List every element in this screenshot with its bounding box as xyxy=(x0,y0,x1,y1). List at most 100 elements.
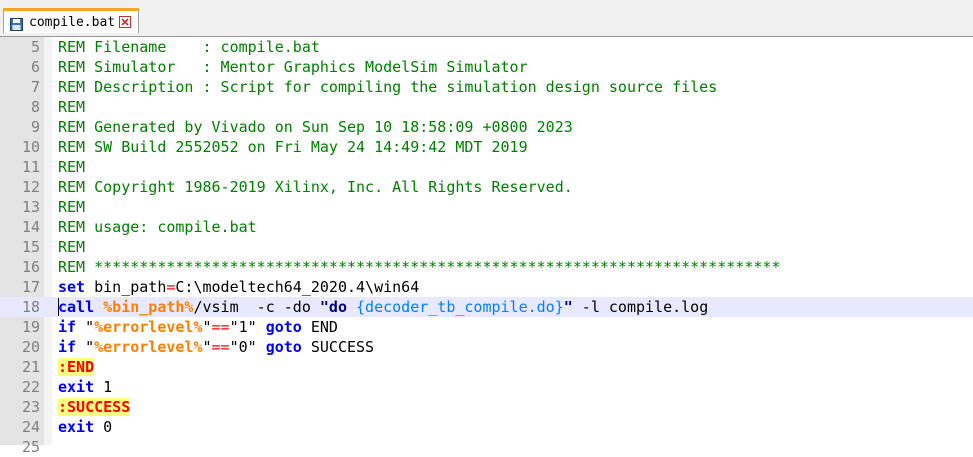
code-line[interactable]: 17 set bin_path=C:\modeltech64_2020.4\win… xyxy=(0,277,973,297)
code-token: " xyxy=(76,338,95,356)
code-token: %bin_path% xyxy=(103,298,194,316)
code-text[interactable]: REM xyxy=(58,237,85,257)
code-text[interactable]: REM SW Build 2552052 on Fri May 24 14:49… xyxy=(58,137,528,157)
close-icon[interactable] xyxy=(119,16,132,28)
code-token: == xyxy=(211,318,230,336)
code-line[interactable]: 15 REM xyxy=(0,237,973,257)
code-text[interactable]: if "%errorlevel%"=="1" goto END xyxy=(58,317,338,337)
code-line[interactable]: 6 REM Simulator : Mentor Graphics ModelSi… xyxy=(0,57,973,77)
code-line[interactable]: 21 :END xyxy=(0,357,973,377)
line-number: 17 xyxy=(21,278,40,296)
code-line[interactable]: 11 REM xyxy=(0,157,973,177)
line-number: 20 xyxy=(21,338,40,356)
line-number: 19 xyxy=(21,318,40,336)
code-line[interactable]: 19 if "%errorlevel%"=="1" goto END xyxy=(0,317,973,337)
code-token: REM usage: compile.bat xyxy=(58,218,257,236)
code-text[interactable]: REM ************************************… xyxy=(58,257,780,277)
code-token: == xyxy=(211,338,230,356)
code-token: REM xyxy=(58,238,86,256)
line-number: 11 xyxy=(21,158,40,176)
tab-label: compile.bat xyxy=(29,14,116,30)
line-number: 15 xyxy=(21,238,40,256)
line-number: 13 xyxy=(21,198,40,216)
code-token: /vsim -c -do xyxy=(193,298,320,316)
code-token: 1 xyxy=(94,378,113,396)
line-number: 24 xyxy=(21,418,40,436)
code-line[interactable]: 12 REM Copyright 1986-2019 Xilinx, Inc. A… xyxy=(0,177,973,197)
code-token: %errorlevel% xyxy=(94,338,203,356)
code-text[interactable]: exit 1 xyxy=(58,377,112,397)
tab-compile-bat[interactable]: compile.bat xyxy=(3,8,139,33)
code-line[interactable]: 23 :SUCCESS xyxy=(0,397,973,417)
line-number: 14 xyxy=(21,218,40,236)
floppy-disk-icon xyxy=(10,16,23,31)
code-text[interactable]: if "%errorlevel%"=="0" goto SUCCESS xyxy=(58,337,374,357)
code-text[interactable]: REM Copyright 1986-2019 Xilinx, Inc. All… xyxy=(58,177,573,197)
code-token: REM xyxy=(58,198,86,216)
code-token: END xyxy=(301,318,338,336)
line-number: 18 xyxy=(21,298,40,316)
line-number: 25 xyxy=(21,438,40,456)
code-token: 0 xyxy=(94,418,113,436)
code-token: " xyxy=(202,318,212,336)
code-text[interactable]: REM usage: compile.bat xyxy=(58,217,257,237)
code-token: C:\modeltech64_2020.4\win64 xyxy=(175,278,420,296)
code-token: REM xyxy=(58,158,86,176)
line-number: 12 xyxy=(21,178,40,196)
code-token: goto xyxy=(265,338,302,356)
code-line[interactable]: 10 REM SW Build 2552052 on Fri May 24 14:… xyxy=(0,137,973,157)
line-number: 23 xyxy=(21,398,40,416)
code-token: -l compile.log xyxy=(572,298,709,316)
line-number: 8 xyxy=(30,98,40,116)
code-text[interactable]: REM Description : Script for compiling t… xyxy=(58,77,717,97)
code-text[interactable]: REM xyxy=(58,197,85,217)
code-text[interactable]: REM Generated by Vivado on Sun Sep 10 18… xyxy=(58,117,573,137)
code-text[interactable]: :END xyxy=(58,357,95,377)
code-line[interactable]: 8 REM xyxy=(0,97,973,117)
line-number: 9 xyxy=(30,118,40,136)
line-number: 22 xyxy=(21,378,40,396)
code-token: SUCCESS xyxy=(301,338,375,356)
code-line[interactable]: 24 exit 0 xyxy=(0,417,973,437)
code-line[interactable]: 14 REM usage: compile.bat xyxy=(0,217,973,237)
code-line[interactable]: 16 REM **********************************… xyxy=(0,257,973,277)
code-line[interactable]: 18 call %bin_path%/vsim -c -do "do {decod… xyxy=(0,297,973,317)
code-token: "1" xyxy=(229,318,266,336)
code-token: %errorlevel% xyxy=(94,318,203,336)
code-text[interactable]: REM Filename : compile.bat xyxy=(58,37,320,57)
code-token: REM Filename : compile.bat xyxy=(58,38,320,56)
code-line[interactable]: 7 REM Description : Script for compiling … xyxy=(0,77,973,97)
line-number: 5 xyxy=(30,38,40,56)
code-token: " xyxy=(76,318,95,336)
line-number: 21 xyxy=(21,358,40,376)
line-number: 7 xyxy=(30,78,40,96)
code-line[interactable]: 25 xyxy=(0,437,973,457)
code-line[interactable]: 22 exit 1 xyxy=(0,377,973,397)
code-text[interactable]: exit 0 xyxy=(58,417,112,437)
code-token: :SUCCESS xyxy=(58,398,131,416)
code-token: if xyxy=(58,338,77,356)
code-text[interactable]: REM Simulator : Mentor Graphics ModelSim… xyxy=(58,57,528,77)
text-caret xyxy=(58,298,59,316)
code-text[interactable]: set bin_path=C:\modeltech64_2020.4\win64 xyxy=(58,277,419,297)
code-token: " xyxy=(563,298,573,316)
code-token: exit xyxy=(58,378,95,396)
code-token: "0" xyxy=(229,338,266,356)
code-token: REM Generated by Vivado on Sun Sep 10 18… xyxy=(58,118,573,136)
code-line[interactable]: 13 REM xyxy=(0,197,973,217)
code-token: goto xyxy=(265,318,302,336)
code-line[interactable]: 5 REM Filename : compile.bat xyxy=(0,37,973,57)
code-text[interactable]: :SUCCESS xyxy=(58,397,131,417)
code-line[interactable]: 20 if "%errorlevel%"=="0" goto SUCCESS xyxy=(0,337,973,357)
code-token: REM Simulator : Mentor Graphics ModelSim… xyxy=(58,58,528,76)
code-token: "do xyxy=(319,298,357,316)
code-editor[interactable]: 5 REM Filename : compile.bat 6 REM Simulato… xyxy=(0,36,973,456)
code-text[interactable]: REM xyxy=(58,97,85,117)
code-text[interactable]: REM xyxy=(58,157,85,177)
code-token: {decoder_tb_compile.do} xyxy=(356,298,564,316)
code-token: if xyxy=(58,318,77,336)
code-token: REM SW Build 2552052 on Fri May 24 14:49… xyxy=(58,138,528,156)
code-text[interactable]: call %bin_path%/vsim -c -do "do {decoder… xyxy=(58,297,708,317)
code-line[interactable]: 9 REM Generated by Vivado on Sun Sep 10 1… xyxy=(0,117,973,137)
code-token: REM xyxy=(58,98,86,116)
